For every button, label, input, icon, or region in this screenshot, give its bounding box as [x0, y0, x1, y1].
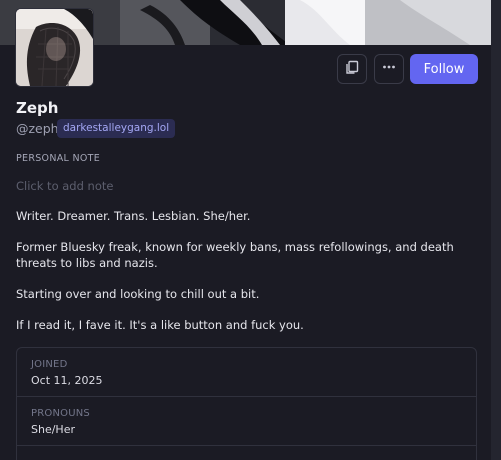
- more-horizontal-icon: [381, 59, 397, 79]
- domain-badge[interactable]: darkestalleygang.lol: [57, 119, 176, 138]
- pronouns-row: PRONOUNS She/Her: [17, 397, 476, 446]
- bio-paragraph: Starting over and looking to chill out a…: [16, 287, 260, 301]
- avatar[interactable]: [15, 8, 94, 87]
- joined-value: Oct 11, 2025: [31, 374, 103, 387]
- bio: Writer. Dreamer. Trans. Lesbian. She/her…: [16, 208, 488, 348]
- profile-info-card: JOINED Oct 11, 2025 PRONOUNS She/Her: [16, 347, 477, 460]
- display-name: Zeph: [16, 99, 59, 117]
- copy-icon: [344, 59, 360, 79]
- personal-note-input[interactable]: Click to add note: [16, 179, 113, 193]
- pronouns-label: PRONOUNS: [31, 408, 90, 419]
- more-options-button[interactable]: [374, 54, 404, 84]
- joined-label: JOINED: [31, 359, 68, 370]
- bio-paragraph: If I read it, I fave it. It's a like but…: [16, 318, 304, 332]
- profile-page: Follow Zeph @zeph darkestalleygang.lol P…: [0, 0, 501, 460]
- bio-paragraph: Writer. Dreamer. Trans. Lesbian. She/her…: [16, 209, 251, 223]
- scrollbar-track[interactable]: [491, 0, 501, 460]
- follow-button[interactable]: Follow: [410, 54, 478, 84]
- personal-note-heading: PERSONAL NOTE: [16, 153, 101, 164]
- handle: @zeph: [16, 121, 59, 136]
- bio-paragraph: Former Bluesky freak, known for weekly b…: [16, 240, 454, 270]
- copy-button[interactable]: [337, 54, 367, 84]
- joined-row: JOINED Oct 11, 2025: [17, 348, 476, 397]
- pronouns-value: She/Her: [31, 423, 75, 436]
